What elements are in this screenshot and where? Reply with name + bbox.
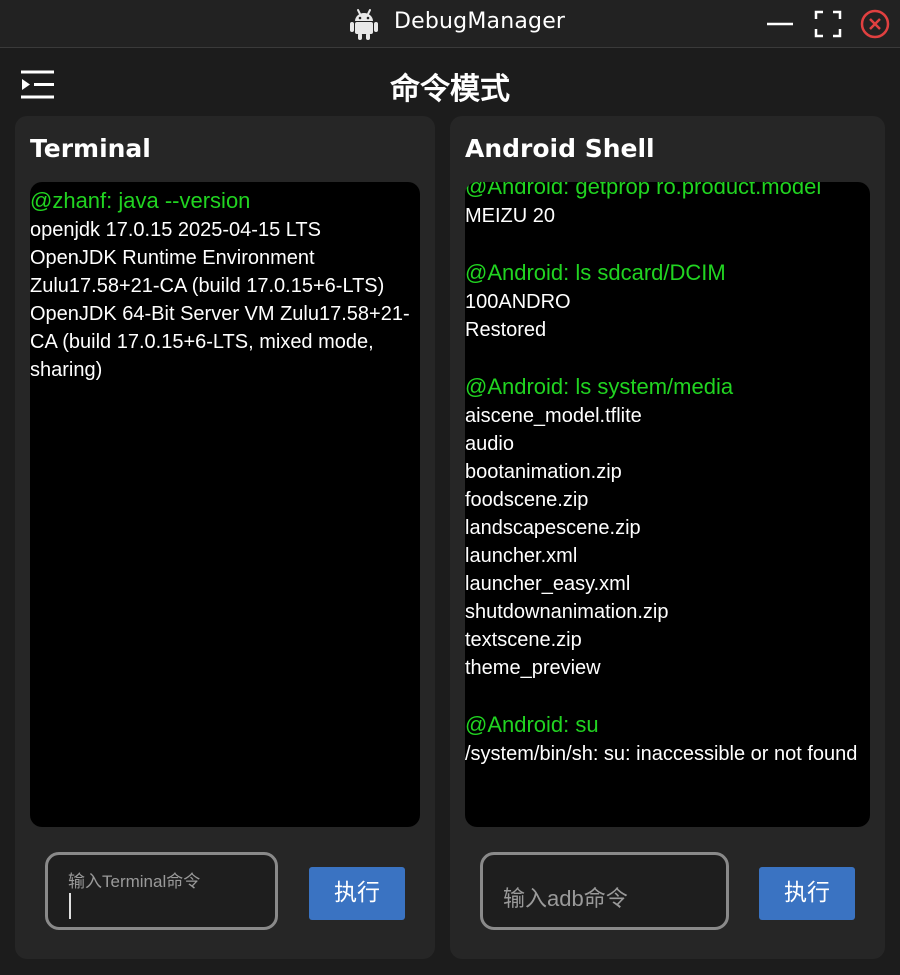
page-title: 命令模式 <box>390 72 510 107</box>
shell-command-line: @Android: su <box>465 712 599 737</box>
adb-command-input[interactable]: 输入adb命令 <box>480 852 729 930</box>
shell-command-line: @Android: ls sdcard/DCIM <box>465 260 726 285</box>
shell-output[interactable]: @Android: getprop ro.product.model MEIZU … <box>465 182 870 827</box>
shell-output-line: /system/bin/sh: su: inaccessible or not … <box>465 743 858 765</box>
shell-output-line: textscene.zip <box>465 629 582 651</box>
adb-input-placeholder: 输入adb命令 <box>503 886 628 911</box>
terminal-command-line: @zhanf: java --version <box>30 188 251 213</box>
shell-output-line: launcher.xml <box>465 545 578 567</box>
terminal-panel-title: Terminal <box>30 134 151 163</box>
shell-output-line: Restored <box>465 319 547 341</box>
maximize-icon <box>814 10 842 38</box>
shell-output-line: audio <box>465 433 514 455</box>
text-caret <box>69 893 71 919</box>
shell-output-line: theme_preview <box>465 657 601 679</box>
shell-output-line: foodscene.zip <box>465 489 589 511</box>
terminal-output[interactable]: @zhanf: java --version openjdk 17.0.15 20… <box>30 182 420 827</box>
terminal-output-line: OpenJDK Runtime Environment Zulu17.58+21… <box>30 247 385 297</box>
shell-output-line: landscapescene.zip <box>465 517 641 539</box>
title-bar: DebugManager <box>0 0 900 48</box>
window-title: DebugManager <box>394 9 566 34</box>
shell-command-line: @Android: getprop ro.product.model <box>465 182 822 199</box>
shell-blank-line <box>465 682 862 710</box>
terminal-command-input[interactable]: 输入Terminal命令 <box>45 852 278 930</box>
android-icon <box>350 9 378 40</box>
shell-lines: @Android: getprop ro.product.model MEIZU … <box>465 182 862 768</box>
shell-execute-button[interactable]: 执行 <box>759 867 855 920</box>
shell-blank-line <box>465 230 862 258</box>
shell-output-line: launcher_easy.xml <box>465 573 631 595</box>
shell-output-line: bootanimation.zip <box>465 461 622 483</box>
shell-output-line: 100ANDRO <box>465 291 571 313</box>
terminal-execute-button[interactable]: 执行 <box>309 867 405 920</box>
shell-output-line: shutdownanimation.zip <box>465 601 669 623</box>
terminal-input-placeholder: 输入Terminal命令 <box>68 872 201 891</box>
close-button[interactable] <box>860 9 890 39</box>
shell-output-line: aiscene_model.tflite <box>465 405 642 427</box>
shell-blank-line <box>465 344 862 372</box>
terminal-output-line: openjdk 17.0.15 2025-04-15 LTS <box>30 219 321 241</box>
android-shell-panel: Android Shell @Android: getprop ro.produ… <box>450 116 885 959</box>
minimize-button[interactable] <box>765 9 795 39</box>
terminal-panel: Terminal @zhanf: java --version openjdk 1… <box>15 116 435 959</box>
close-icon <box>860 9 890 39</box>
shell-panel-title: Android Shell <box>465 134 655 163</box>
shell-command-line: @Android: ls system/media <box>465 374 734 399</box>
maximize-button[interactable] <box>813 9 843 39</box>
terminal-lines: @zhanf: java --version openjdk 17.0.15 20… <box>30 186 412 384</box>
page-header: 命令模式 <box>0 48 900 116</box>
terminal-output-line: OpenJDK 64-Bit Server VM Zulu17.58+21-CA… <box>30 303 410 381</box>
shell-output-line: MEIZU 20 <box>465 205 556 227</box>
